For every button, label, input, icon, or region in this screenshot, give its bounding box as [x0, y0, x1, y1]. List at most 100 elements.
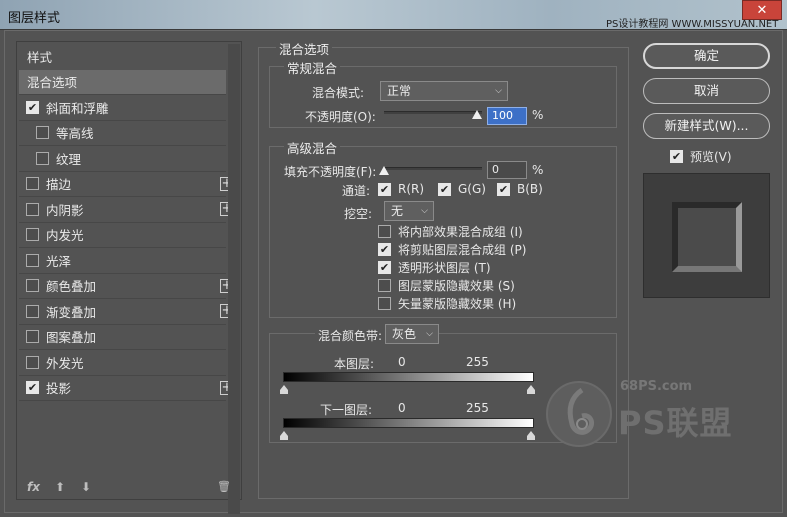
style-checkbox[interactable]	[36, 126, 49, 140]
underlying-layer-white-thumb[interactable]	[527, 431, 535, 440]
advanced-option-label: 矢量蒙版隐藏效果 (H)	[398, 297, 517, 311]
advanced-option-checkbox[interactable]: ✔ 透明形状图层 (T)	[378, 259, 491, 276]
preview-thumbnail	[672, 202, 742, 272]
blend-if-value: 灰色	[392, 327, 417, 341]
move-up-icon[interactable]: ⬆	[55, 480, 65, 494]
brand-logo-icon	[546, 381, 612, 447]
trash-icon[interactable]: 🗑	[217, 480, 231, 493]
opacity-input[interactable]: 100	[487, 107, 527, 125]
advanced-option-checkbox[interactable]: ✔ 将剪贴图层混合成组 (P)	[378, 241, 526, 258]
knockout-label: 挖空:	[344, 207, 373, 221]
style-list-item-label: 图案叠加	[46, 330, 97, 346]
style-checkbox[interactable]: ✔	[26, 381, 39, 395]
style-list-item[interactable]: 内阴影 +	[19, 197, 234, 223]
checkbox-check-icon: ✔	[378, 182, 391, 196]
blend-options-title: 混合选项	[276, 39, 333, 58]
style-list-item[interactable]: 等高线	[19, 121, 226, 146]
opacity-label: 不透明度(O):	[305, 110, 376, 124]
style-checkbox[interactable]	[36, 151, 49, 165]
this-layer-label: 本图层:	[334, 357, 375, 371]
checkbox-check-icon: ✔	[378, 261, 391, 274]
style-list-item-label: 内阴影	[46, 202, 84, 218]
style-list-item[interactable]: 内发光	[19, 223, 226, 248]
advanced-option-checkbox[interactable]: 图层蒙版隐藏效果 (S)	[378, 277, 515, 294]
blend-if-dropdown[interactable]: 灰色 ⌵	[385, 324, 439, 344]
advanced-blending-title: 高级混合	[284, 138, 341, 157]
fx-menu-button[interactable]: fx	[27, 480, 40, 494]
style-list-item[interactable]: 光泽	[19, 248, 226, 274]
style-checkbox[interactable]	[26, 228, 39, 242]
channel-g-label: G(G)	[458, 182, 486, 196]
style-list-item-label: 渐变叠加	[46, 304, 97, 320]
fill-opacity-slider-thumb[interactable]	[379, 166, 389, 175]
style-checkbox[interactable]	[26, 253, 39, 267]
channel-r-checkbox[interactable]: ✔ R(R)	[378, 182, 424, 196]
style-list-item[interactable]: ✔ 投影 +	[19, 376, 234, 401]
this-layer-gradient	[283, 372, 534, 382]
style-list-item[interactable]: 外发光	[19, 350, 226, 376]
style-list-item[interactable]: ✔ 斜面和浮雕	[19, 95, 226, 121]
style-list-item[interactable]: 图案叠加	[19, 325, 226, 350]
style-checkbox[interactable]	[26, 304, 39, 318]
checkbox-check-icon	[378, 297, 391, 310]
fill-opacity-input[interactable]: 0	[487, 161, 527, 179]
style-list-item[interactable]: 纹理	[19, 146, 226, 172]
channel-g-checkbox[interactable]: ✔ G(G)	[438, 182, 486, 196]
style-checkbox[interactable]	[26, 330, 39, 344]
style-list-item[interactable]: 颜色叠加 +	[19, 274, 234, 299]
style-list-item-label: 光泽	[46, 253, 72, 269]
style-list-header[interactable]: 样式	[19, 44, 226, 70]
channel-b-label: B(B)	[517, 182, 543, 196]
style-list: 样式 混合选项 ✔ 斜面和浮雕等高线纹理描边 + 内阴影 + 内发光光泽颜色叠加 + 渐变叠加 +…	[19, 44, 234, 401]
this-layer-white-thumb[interactable]	[527, 385, 535, 394]
advanced-option-checkbox[interactable]: 矢量蒙版隐藏效果 (H)	[378, 295, 516, 312]
advanced-option-label: 图层蒙版隐藏效果 (S)	[398, 279, 515, 293]
style-list-scrollbar[interactable]	[228, 44, 240, 514]
opacity-slider-thumb[interactable]	[472, 110, 482, 119]
preview-checkbox[interactable]: ✔ 预览(V)	[670, 148, 732, 165]
knockout-dropdown[interactable]: 无 ⌵	[384, 201, 434, 221]
ok-button[interactable]: 确定	[643, 43, 770, 69]
style-list-item[interactable]: 描边 +	[19, 172, 234, 197]
style-list-item-label: 外发光	[46, 355, 84, 371]
style-list-item-label: 混合选项	[27, 75, 78, 91]
checkbox-check-icon: ✔	[670, 150, 683, 163]
opacity-percent: %	[532, 108, 544, 122]
style-list-item-label: 纹理	[56, 151, 82, 167]
advanced-option-label: 将内部效果混合成组 (I)	[398, 225, 523, 239]
opacity-slider[interactable]	[384, 111, 482, 114]
channel-r-label: R(R)	[398, 182, 425, 196]
style-checkbox[interactable]	[26, 202, 39, 216]
style-preview	[643, 173, 770, 298]
channel-b-checkbox[interactable]: ✔ B(B)	[497, 182, 543, 196]
advanced-option-label: 透明形状图层 (T)	[398, 261, 491, 275]
chevron-down-icon: ⌵	[421, 206, 428, 216]
chevron-down-icon: ⌵	[495, 86, 502, 96]
underlying-layer-label: 下一图层:	[320, 403, 373, 417]
general-blending-title: 常规混合	[284, 58, 341, 77]
move-down-icon[interactable]: ⬇	[81, 480, 91, 494]
this-layer-max: 255	[466, 355, 489, 369]
style-list-item-label: 等高线	[56, 126, 94, 142]
close-button[interactable]: ✕	[742, 0, 782, 20]
chevron-down-icon: ⌵	[426, 329, 433, 339]
fill-opacity-slider[interactable]	[384, 167, 482, 170]
underlying-layer-black-thumb[interactable]	[280, 431, 288, 440]
style-checkbox[interactable]	[26, 355, 39, 369]
style-checkbox[interactable]: ✔	[26, 100, 39, 114]
style-list-item[interactable]: 渐变叠加 +	[19, 299, 234, 325]
blend-mode-dropdown[interactable]: 正常 ⌵	[380, 81, 508, 101]
this-layer-black-thumb[interactable]	[280, 385, 288, 394]
cancel-button[interactable]: 取消	[643, 78, 770, 104]
brand-name: PS联盟	[618, 404, 733, 442]
style-list-item-label: 描边	[46, 177, 72, 193]
style-list-panel: 样式 混合选项 ✔ 斜面和浮雕等高线纹理描边 + 内阴影 + 内发光光泽颜色叠加 + 渐变叠加 +…	[16, 41, 242, 514]
new-style-button[interactable]: 新建样式(W)...	[643, 113, 770, 139]
fill-opacity-label: 填充不透明度(F):	[284, 165, 377, 179]
advanced-option-checkbox[interactable]: 将内部效果混合成组 (I)	[378, 223, 523, 240]
checkbox-check-icon: ✔	[378, 243, 391, 256]
style-checkbox[interactable]	[26, 177, 39, 191]
style-checkbox[interactable]	[26, 279, 39, 293]
this-layer-min: 0	[398, 355, 406, 369]
style-list-item[interactable]: 混合选项	[19, 69, 226, 95]
